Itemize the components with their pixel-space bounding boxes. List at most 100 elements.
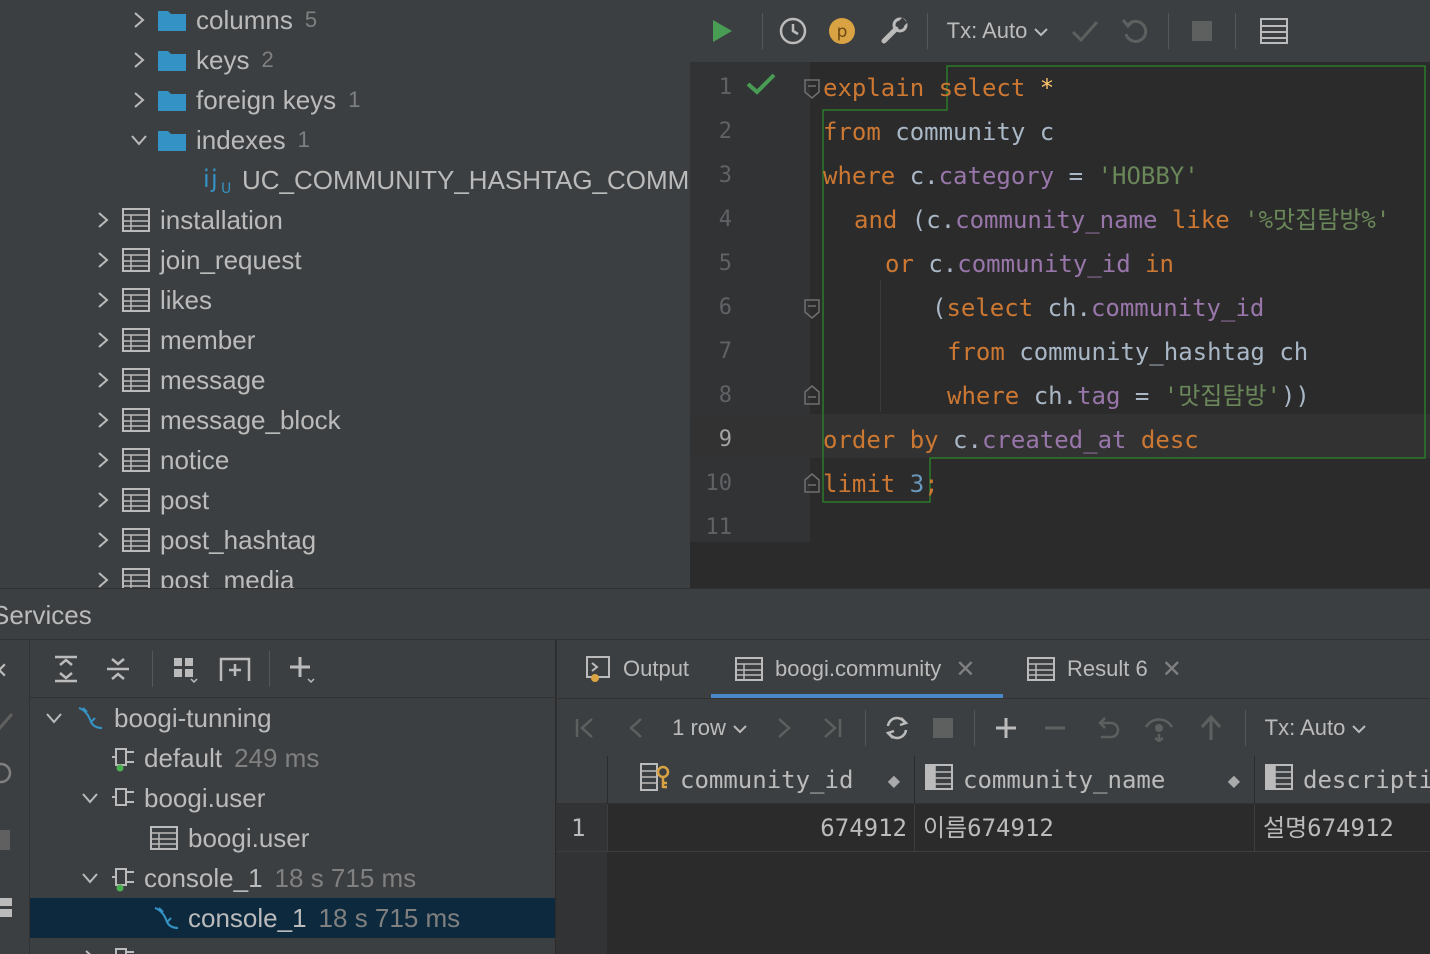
- table-icon: [146, 818, 182, 858]
- keyword: select: [938, 74, 1026, 102]
- tree-node-table[interactable]: notice: [88, 440, 229, 480]
- stop-icon[interactable]: [0, 830, 10, 850]
- collapse-all-icon[interactable]: [92, 640, 144, 698]
- service-node-session[interactable]: default 249 ms: [30, 738, 555, 778]
- chevron-right-icon[interactable]: [124, 40, 154, 80]
- profile-icon[interactable]: p: [815, 0, 869, 62]
- chevron-right-icon[interactable]: [88, 200, 118, 240]
- service-node-session[interactable]: boogi.user: [30, 778, 555, 818]
- tree-node-table[interactable]: post_media: [88, 560, 294, 588]
- service-node-partial[interactable]: [30, 938, 555, 954]
- service-node-table[interactable]: boogi.user: [30, 818, 555, 858]
- service-node-console[interactable]: console_1 18 s 715 ms: [30, 898, 555, 938]
- chevron-down-icon[interactable]: [72, 858, 108, 898]
- cell-community-id[interactable]: 674912: [607, 804, 907, 852]
- output-table-icon[interactable]: [1244, 0, 1304, 62]
- revert-icon[interactable]: [1081, 699, 1133, 757]
- close-icon[interactable]: ✕: [0, 658, 8, 684]
- tree-node-indexes[interactable]: indexes 1: [124, 120, 310, 160]
- commit-icon[interactable]: [1060, 0, 1110, 62]
- cell-description[interactable]: 설명674912: [1254, 804, 1430, 852]
- table-row[interactable]: 1 674912 이름674912 설명674912: [557, 804, 1430, 852]
- tree-node-table[interactable]: message: [88, 360, 266, 400]
- toolbar-separator: [974, 709, 975, 746]
- group-by-icon[interactable]: [161, 640, 209, 698]
- run-icon[interactable]: [690, 0, 754, 62]
- service-node-session[interactable]: console_1 18 s 715 ms: [30, 858, 555, 898]
- first-page-icon[interactable]: [557, 699, 613, 757]
- tree-node-columns[interactable]: columns 5: [124, 0, 317, 40]
- chevron-down-icon[interactable]: [36, 698, 72, 738]
- layout-icon[interactable]: [0, 896, 14, 925]
- chevron-right-icon[interactable]: [72, 938, 108, 954]
- tx-mode-dropdown[interactable]: Tx: Auto: [936, 0, 1060, 62]
- add-row-icon[interactable]: [983, 699, 1029, 757]
- tree-node-foreign-keys[interactable]: foreign keys 1: [124, 80, 360, 120]
- new-tab-icon[interactable]: [209, 640, 261, 698]
- chevron-right-icon[interactable]: [88, 240, 118, 280]
- code-line-10: limit 3;: [823, 462, 939, 506]
- tree-node-table[interactable]: message_block: [88, 400, 341, 440]
- add-icon[interactable]: [278, 640, 326, 698]
- tree-node-table[interactable]: likes: [88, 280, 212, 320]
- tree-node-index-item[interactable]: ijU UC_COMMUNITY_HASHTAG_COMMUNITY_ID_TA…: [200, 160, 690, 200]
- sql-editor[interactable]: 1 2 3 4 5 6 7 8 9 10 11 explain select *…: [690, 62, 1430, 542]
- chevron-right-icon[interactable]: [88, 480, 118, 520]
- preview-changes-icon[interactable]: [1133, 699, 1185, 757]
- stop-icon[interactable]: [1177, 0, 1227, 62]
- chevron-right-icon[interactable]: [124, 80, 154, 120]
- table-icon: [118, 320, 154, 360]
- chevron-right-icon[interactable]: [88, 400, 118, 440]
- expand-all-icon[interactable]: [40, 640, 92, 698]
- refresh-icon[interactable]: [0, 760, 14, 791]
- chevron-right-icon[interactable]: [88, 280, 118, 320]
- chevron-right-icon[interactable]: [88, 360, 118, 400]
- chevron-down-icon[interactable]: [124, 120, 154, 160]
- last-page-icon[interactable]: [807, 699, 857, 757]
- sort-icon[interactable]: ◆: [888, 771, 900, 790]
- tree-node-keys[interactable]: keys 2: [124, 40, 274, 80]
- tree-node-table[interactable]: member: [88, 320, 255, 360]
- rollback-icon[interactable]: [1110, 0, 1160, 62]
- settings-wrench-icon[interactable]: [869, 0, 919, 62]
- table-icon: [118, 520, 154, 560]
- output-console-icon: [585, 655, 611, 683]
- keyword: select: [946, 294, 1034, 322]
- chevron-right-icon[interactable]: [124, 0, 154, 40]
- chevron-right-icon[interactable]: [88, 520, 118, 560]
- history-icon[interactable]: [771, 0, 815, 62]
- sort-icon[interactable]: ◆: [1228, 771, 1240, 790]
- refresh-icon[interactable]: [874, 699, 920, 757]
- previous-page-icon[interactable]: [613, 699, 659, 757]
- column-header-community-id[interactable]: community_id ◆: [607, 756, 914, 804]
- tab-label: Result 6: [1067, 656, 1148, 681]
- tx-mode-dropdown[interactable]: Tx: Auto: [1254, 699, 1378, 757]
- cell-community-name[interactable]: 이름674912: [914, 804, 1254, 852]
- tab-result-6[interactable]: Result 6 ✕: [1027, 640, 1182, 698]
- next-page-icon[interactable]: [761, 699, 807, 757]
- code-line-7: from community_hashtag ch: [947, 330, 1308, 374]
- tree-node-table[interactable]: post: [88, 480, 209, 520]
- row-count-dropdown[interactable]: 1 row: [659, 699, 761, 757]
- tree-node-table[interactable]: join_request: [88, 240, 302, 280]
- close-tab-icon[interactable]: ✕: [955, 655, 975, 684]
- stop-icon[interactable]: [920, 699, 966, 757]
- tab-output[interactable]: Output: [585, 640, 689, 698]
- chevron-right-icon[interactable]: [88, 440, 118, 480]
- number-literal: 3: [909, 470, 925, 498]
- chevron-down-icon[interactable]: [72, 778, 108, 818]
- column-header-label: description: [1303, 766, 1430, 794]
- delete-row-icon[interactable]: [1029, 699, 1081, 757]
- chevron-right-icon[interactable]: [88, 320, 118, 360]
- svg-text:j: j: [210, 165, 218, 193]
- edit-icon[interactable]: [0, 708, 16, 739]
- service-node-datasource[interactable]: boogi-tunning: [30, 698, 555, 738]
- tree-node-table[interactable]: post_hashtag: [88, 520, 316, 560]
- column-header-description[interactable]: description: [1254, 756, 1430, 804]
- tree-node-table[interactable]: installation: [88, 200, 283, 240]
- chevron-right-icon[interactable]: [88, 560, 118, 588]
- close-tab-icon[interactable]: ✕: [1162, 655, 1182, 684]
- submit-icon[interactable]: [1185, 699, 1237, 757]
- tab-boogi-community[interactable]: boogi.community ✕: [710, 640, 1004, 698]
- column-header-community-name[interactable]: community_name ◆: [914, 756, 1254, 804]
